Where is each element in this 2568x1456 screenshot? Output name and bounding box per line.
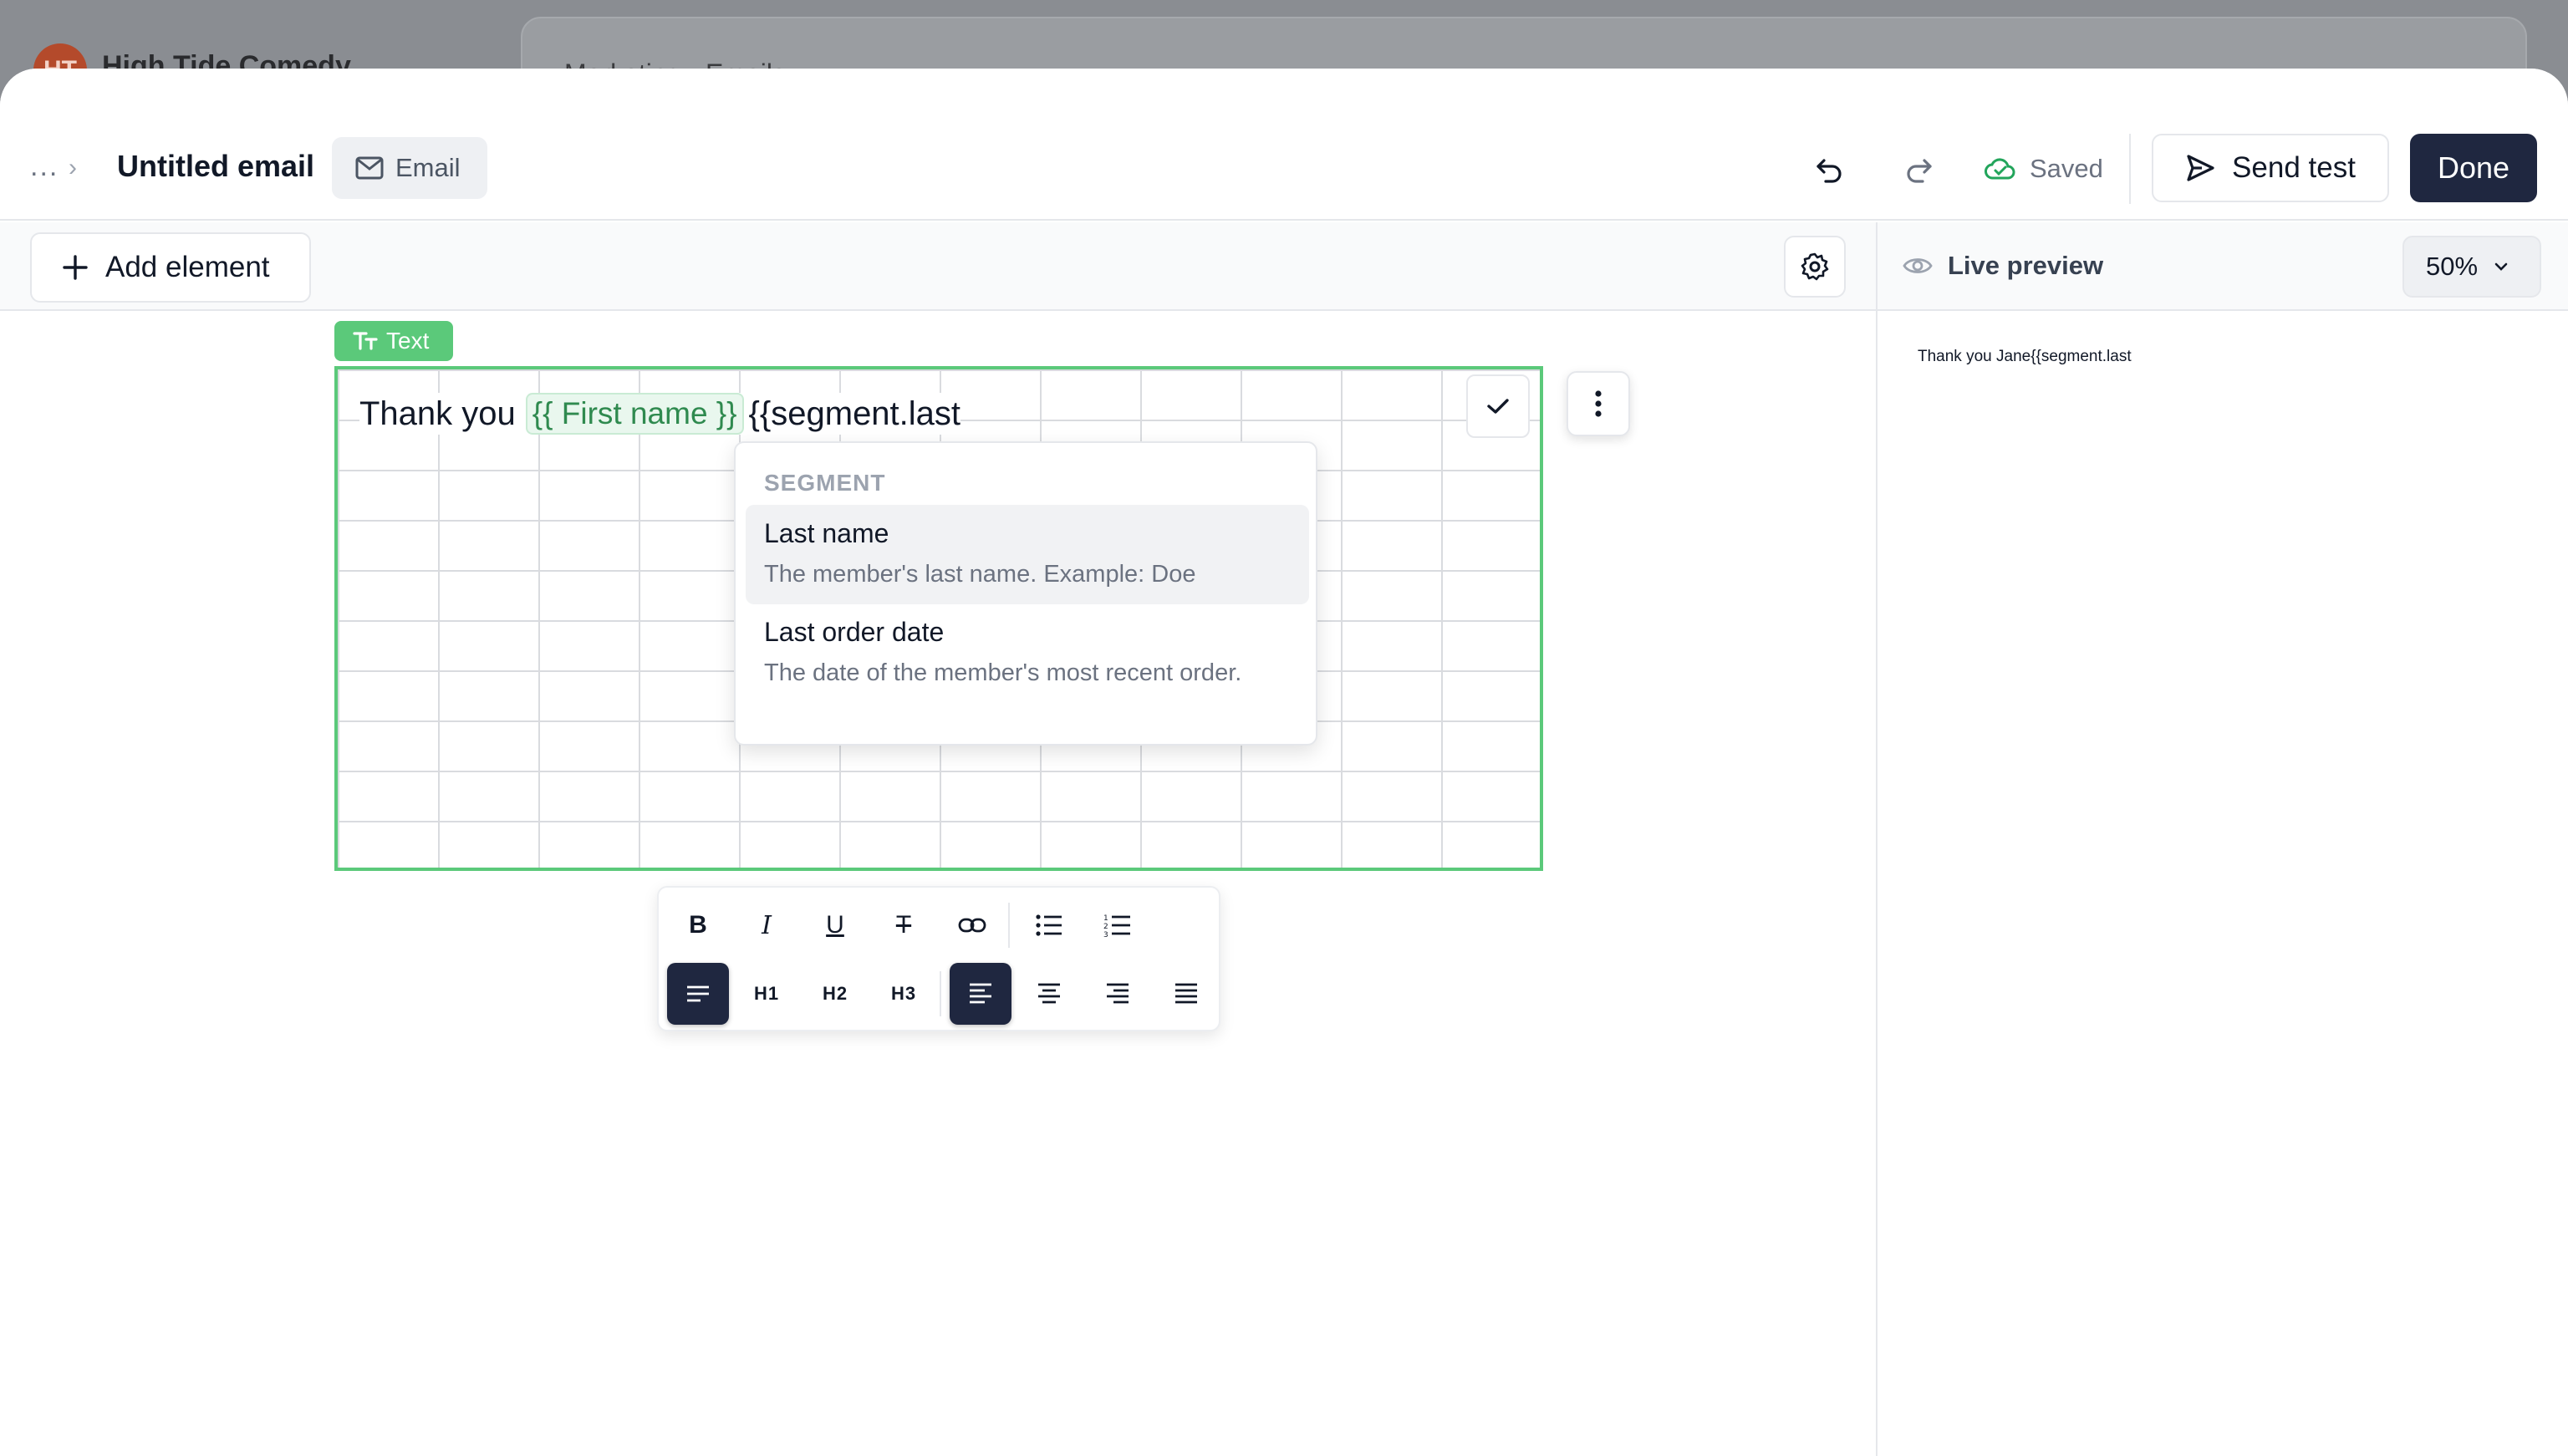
save-status-label: Saved: [2030, 154, 2103, 183]
first-name-merge-tag[interactable]: {{ First name }}: [525, 393, 744, 435]
heading-1-label: H1: [753, 983, 780, 1004]
live-preview-label: Live preview: [1903, 251, 2103, 281]
suggestion-last-order-date[interactable]: Last order date The date of the member's…: [746, 603, 1309, 703]
send-test-button[interactable]: Send test: [2152, 134, 2389, 202]
merge-tag-suggestions: SEGMENT Last name The member's last name…: [734, 441, 1317, 746]
heading-2-label: H2: [822, 983, 848, 1004]
redo-icon: [1907, 159, 1932, 183]
bullet-list-button[interactable]: [1018, 894, 1080, 956]
plus-icon: [63, 255, 88, 280]
align-justify-icon: [1175, 983, 1197, 1004]
align-left-icon: [970, 983, 991, 1004]
heading-3-label: H3: [890, 983, 917, 1004]
check-icon: [1487, 399, 1509, 414]
done-button[interactable]: Done: [2410, 134, 2537, 202]
suggestions-heading: SEGMENT: [764, 470, 886, 496]
send-icon: [2187, 155, 2214, 181]
email-type-label: Email: [395, 153, 461, 182]
svg-text:3: 3: [1103, 931, 1108, 938]
bold-icon: B: [689, 911, 707, 939]
confirm-edit-button[interactable]: [1466, 374, 1530, 438]
underline-icon: U: [826, 911, 844, 939]
underline-button[interactable]: U: [804, 894, 866, 956]
preview-header: Live preview 50%: [1878, 222, 2568, 311]
svg-text:1: 1: [1103, 914, 1108, 923]
align-center-button[interactable]: [1018, 963, 1080, 1025]
suggestion-name: Last order date: [764, 617, 945, 647]
save-status: Saved: [1985, 145, 2103, 192]
numbered-list-icon: 1 2 3: [1103, 914, 1130, 938]
header-divider: [2129, 134, 2131, 204]
link-button[interactable]: [941, 894, 1003, 956]
text-block-tag: Text: [334, 321, 453, 361]
align-center-icon: [1038, 983, 1060, 1004]
undo-icon: [1816, 159, 1842, 183]
undo-button[interactable]: [1804, 144, 1854, 194]
bold-button[interactable]: B: [667, 894, 729, 956]
toolbar-divider: [1008, 903, 1010, 948]
link-icon: [958, 918, 986, 933]
toolbar-divider: [940, 971, 941, 1016]
numbered-list-button[interactable]: 1 2 3: [1087, 894, 1149, 956]
page-title[interactable]: Untitled email: [117, 149, 314, 184]
italic-icon: I: [762, 910, 772, 940]
suggestion-description: The date of the member's most recent ord…: [764, 659, 1242, 686]
zoom-select[interactable]: 50%: [2402, 236, 2541, 298]
align-right-icon: [1107, 983, 1129, 1004]
strikethrough-icon: T: [895, 911, 912, 939]
add-element-button[interactable]: Add element: [30, 232, 311, 303]
live-preview-text: Live preview: [1948, 251, 2104, 280]
settings-button[interactable]: [1784, 236, 1846, 298]
align-right-button[interactable]: [1087, 963, 1149, 1025]
add-element-label: Add element: [105, 251, 270, 283]
heading-1-button[interactable]: H1: [736, 963, 797, 1025]
typed-merge-text: {{segment.last: [748, 395, 961, 432]
redo-button[interactable]: [1894, 144, 1944, 194]
chevron-right-icon: ›: [69, 154, 77, 181]
bullet-list-icon: [1036, 914, 1062, 936]
formatting-toolbar: B I U T 1 2 3 H1 H2 H3: [657, 886, 1220, 1031]
svg-text:2: 2: [1103, 923, 1108, 931]
suggestion-description: The member's last name. Example: Doe: [764, 561, 1196, 588]
email-type-badge: Email: [332, 137, 487, 199]
align-justify-button[interactable]: [1155, 963, 1217, 1025]
more-options-button[interactable]: [1567, 371, 1630, 436]
eye-icon: [1903, 258, 1933, 273]
gear-icon: [1801, 252, 1829, 281]
editor-header: ... › Untitled email Email Saved Send te…: [0, 112, 2568, 221]
breadcrumb-more[interactable]: ...: [30, 150, 59, 183]
suggestion-name: Last name: [764, 518, 889, 548]
strikethrough-button[interactable]: T: [873, 894, 935, 956]
chevron-down-icon: [2494, 262, 2508, 271]
text-block-tag-label: Text: [386, 328, 430, 354]
text-line[interactable]: Thank you {{ First name }} {{segment.las…: [359, 393, 961, 435]
text-prefix: Thank you: [359, 395, 516, 432]
zoom-value: 50%: [2426, 252, 2479, 281]
text-type-icon: [353, 332, 378, 350]
paragraph-icon: [687, 985, 709, 1002]
heading-2-button[interactable]: H2: [804, 963, 866, 1025]
editor-toolbar: Add element: [0, 222, 1876, 311]
italic-button[interactable]: I: [736, 894, 797, 956]
preview-rendered-text: Thank you Jane{{segment.last: [1918, 348, 2132, 365]
mail-icon: [355, 156, 384, 180]
panel-divider: [1876, 222, 1878, 1456]
paragraph-button[interactable]: [667, 963, 729, 1025]
cloud-check-icon: [1985, 158, 2015, 180]
suggestion-last-name[interactable]: Last name The member's last name. Exampl…: [746, 505, 1309, 604]
align-left-button[interactable]: [950, 963, 1011, 1025]
more-vertical-icon: [1595, 390, 1602, 417]
heading-3-button[interactable]: H3: [873, 963, 935, 1025]
send-test-label: Send test: [2232, 151, 2356, 184]
